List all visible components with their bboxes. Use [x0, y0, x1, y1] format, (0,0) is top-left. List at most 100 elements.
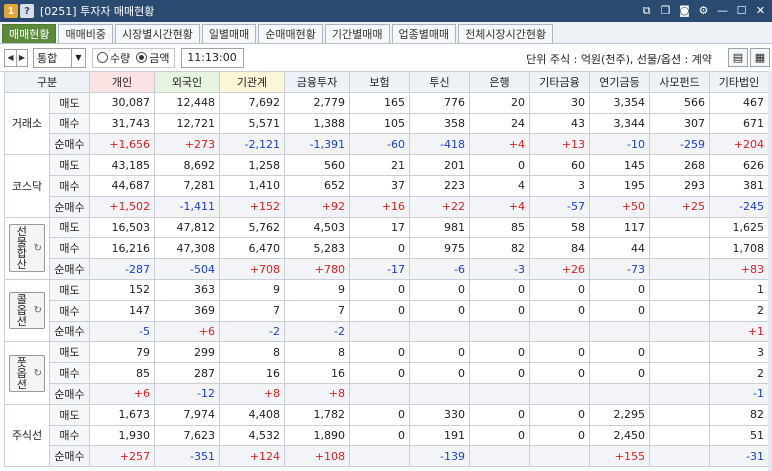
- value-cell: 2: [709, 299, 769, 322]
- tab-daily-trading[interactable]: 일별매매: [201, 24, 257, 43]
- value-cell: 381: [709, 174, 769, 197]
- value-cell: +124: [219, 445, 285, 468]
- market-button-line2: 합산: [16, 247, 27, 272]
- header-foreign[interactable]: 외국인: [154, 71, 220, 93]
- header-individual[interactable]: 개인: [89, 71, 155, 93]
- header-pension[interactable]: 연기금등: [589, 71, 650, 93]
- value-cell: 3,354: [589, 91, 650, 114]
- value-cell: 2: [709, 362, 769, 384]
- value-cell: -259: [649, 133, 710, 156]
- value-cell: 0: [529, 424, 590, 447]
- radio-quantity-dot[interactable]: [97, 52, 108, 63]
- help-icon[interactable]: ?: [20, 4, 34, 18]
- value-cell: 0: [589, 341, 650, 364]
- grid-view-icon[interactable]: ▤: [728, 48, 748, 67]
- value-cell: -57: [529, 195, 590, 218]
- value-cell: [649, 258, 710, 280]
- value-cell: 0: [349, 403, 410, 426]
- table-row: 매수 44,687 7,281 1,410 652 37 223 4 3 195 293 381: [5, 174, 769, 197]
- market-select[interactable]: 통합 ▼: [33, 47, 86, 68]
- row-label-buy: 매수: [49, 237, 90, 260]
- time-input[interactable]: 11:13:00: [180, 47, 244, 68]
- header-financial-investment[interactable]: 금융투자: [284, 71, 350, 93]
- header-other-finance[interactable]: 기타금융: [529, 71, 590, 93]
- radio-amount[interactable]: 금액: [136, 50, 170, 66]
- tab-all-market-time[interactable]: 전체시장시간현황: [458, 24, 554, 43]
- value-cell: [409, 382, 470, 405]
- value-cell: -3: [469, 258, 530, 280]
- chevron-down-icon[interactable]: ▼: [71, 48, 85, 67]
- value-cell: 0: [409, 278, 470, 301]
- radio-amount-dot[interactable]: [136, 52, 148, 63]
- value-cell: 30,087: [89, 91, 155, 114]
- qty-amount-radio-group: 수량 금액: [92, 47, 175, 68]
- value-cell: [649, 299, 710, 322]
- value-cell: [589, 382, 650, 405]
- minimize-icon[interactable]: —: [715, 3, 730, 18]
- table-row: 매수 85 287 16 16 0 0 0 0 0 2: [5, 362, 769, 384]
- link-icon[interactable]: ⧉: [639, 3, 654, 18]
- value-cell: 58: [529, 216, 590, 239]
- close-icon[interactable]: ✕: [753, 3, 768, 18]
- header-other-corp[interactable]: 기타법인: [709, 71, 769, 93]
- tab-trading-status[interactable]: 매매현황: [2, 24, 57, 43]
- table-row: 주식선 매도 1,673 7,974 4,408 1,782 0 330 0 0 2,295 82: [4, 403, 769, 468]
- tab-trading-ratio[interactable]: 매매비중: [58, 24, 113, 43]
- value-cell: -287: [89, 258, 155, 280]
- tab-bar: 매매현황 매매비중 시장별시간현황 일별매매 순매매현황 기간별매매 업종별매매…: [0, 22, 772, 44]
- camera-icon[interactable]: ◙: [677, 3, 692, 18]
- value-cell: 1,673: [89, 403, 155, 426]
- copy-icon[interactable]: ❐: [658, 3, 673, 18]
- header-private-fund[interactable]: 사모펀드: [649, 71, 710, 93]
- value-cell: -60: [349, 133, 410, 156]
- value-cell: [649, 320, 710, 343]
- value-cell: 1: [709, 278, 769, 301]
- tab-sector-trading[interactable]: 업종별매매: [391, 24, 457, 43]
- table-settings-icon[interactable]: ▦: [750, 48, 770, 67]
- market-button-label: 풋 옵션: [12, 357, 32, 390]
- arrow-right-icon[interactable]: ▶: [16, 49, 27, 66]
- value-cell: 82: [469, 237, 530, 260]
- value-cell: 975: [409, 237, 470, 260]
- header-insurance[interactable]: 보험: [349, 71, 410, 93]
- value-cell: +16: [349, 195, 410, 218]
- header-institution[interactable]: 기관계: [219, 71, 285, 93]
- market-button-line2: 옵션: [16, 366, 27, 391]
- value-cell: +1,656: [89, 133, 155, 156]
- tab-market-time-status[interactable]: 시장별시간현황: [114, 24, 200, 43]
- header-category[interactable]: 구분: [4, 71, 90, 93]
- row-label-sell: 매도: [49, 278, 90, 301]
- header-bank[interactable]: 은행: [469, 71, 530, 93]
- row-label-sell: 매도: [49, 216, 90, 239]
- value-cell: +26: [529, 258, 590, 280]
- arrow-left-icon[interactable]: ◀: [5, 50, 16, 66]
- value-cell: 0: [529, 299, 590, 322]
- table-row: 순매수 -5 +6 -2 -2 +1: [5, 320, 769, 343]
- tab-period-trading[interactable]: 기간별매매: [324, 24, 390, 43]
- tab-net-trading[interactable]: 순매매현황: [258, 24, 323, 43]
- value-cell: 43: [529, 112, 590, 135]
- value-cell: 652: [284, 174, 350, 197]
- maximize-icon[interactable]: ☐: [734, 3, 749, 18]
- screen-number-badge[interactable]: 1: [4, 4, 18, 18]
- value-cell: +108: [284, 445, 350, 468]
- value-cell: +204: [709, 133, 769, 156]
- value-cell: 671: [709, 112, 769, 135]
- market-toggle-button[interactable]: 풋 옵션 ↻: [9, 354, 45, 392]
- gear-icon[interactable]: ⚙: [696, 3, 711, 18]
- market-toggle-button[interactable]: 콜 옵션 ↻: [9, 292, 45, 330]
- market-button-line2: 옵션: [16, 304, 27, 329]
- value-cell: +708: [219, 258, 285, 280]
- value-cell: +273: [154, 133, 220, 156]
- row-label-sell: 매도: [49, 341, 90, 364]
- market-toggle-button[interactable]: 선물 합산 ↻: [9, 224, 45, 273]
- value-cell: +13: [529, 133, 590, 156]
- row-label-buy: 매수: [49, 174, 90, 197]
- value-cell: 7: [219, 299, 285, 322]
- vertical-scrollbar[interactable]: [768, 71, 772, 471]
- header-investment-trust[interactable]: 투신: [409, 71, 470, 93]
- value-cell: 165: [349, 91, 410, 114]
- radio-quantity[interactable]: 수량: [97, 50, 130, 66]
- refresh-icon: ↻: [33, 305, 42, 317]
- value-cell: -418: [409, 133, 470, 156]
